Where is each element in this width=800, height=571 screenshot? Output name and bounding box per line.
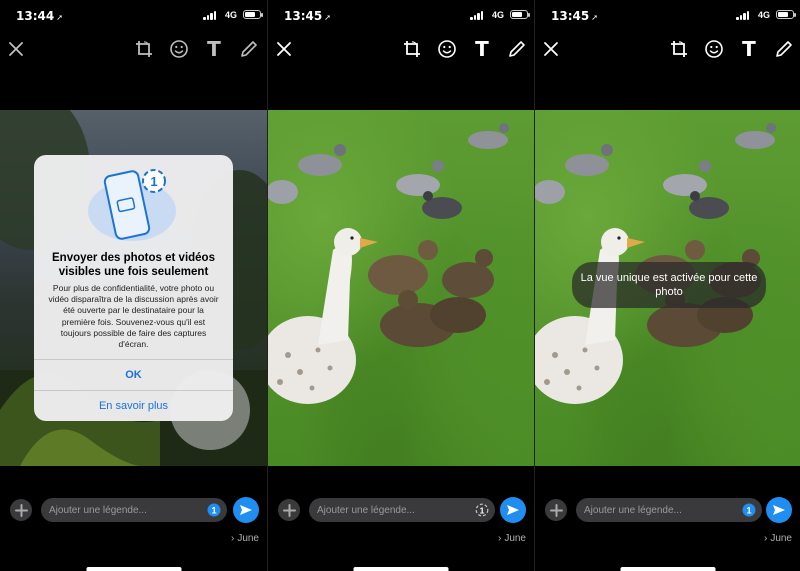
send-button[interactable]	[766, 497, 792, 523]
svg-text:1: 1	[480, 505, 485, 515]
status-time: 13:44 ➚	[16, 9, 63, 23]
network-type: 4G	[491, 10, 504, 20]
cellular-signal-icon	[203, 11, 217, 20]
network-type: 4G	[224, 10, 237, 20]
network-type: 4G	[757, 10, 770, 20]
home-indicator	[86, 567, 181, 571]
learn-more-button[interactable]: En savoir plus	[34, 391, 233, 421]
caption-input[interactable]	[576, 498, 736, 522]
recipient-label[interactable]: › June	[498, 533, 526, 544]
caption-field[interactable]: 1	[576, 498, 762, 522]
caption-composer: 1	[268, 496, 534, 526]
plus-icon	[549, 503, 563, 517]
recipient-label[interactable]: › June	[231, 533, 259, 544]
photo-preview	[268, 110, 534, 466]
status-bar: 13:45 ➚ 4G	[535, 0, 800, 32]
close-icon[interactable]	[540, 38, 562, 60]
sticker-icon[interactable]	[168, 38, 190, 60]
home-indicator	[620, 567, 715, 571]
view-once-enabled-toast: La vue unique est activée pour cette pho…	[572, 262, 766, 308]
illustration-badge: 1	[150, 174, 157, 189]
draw-icon[interactable]	[773, 38, 795, 60]
draw-icon[interactable]	[506, 38, 528, 60]
recipient-label[interactable]: › June	[764, 533, 792, 544]
crop-rotate-icon[interactable]	[133, 38, 155, 60]
view-once-toggle[interactable]: 1	[742, 503, 756, 517]
plus-icon	[14, 503, 28, 517]
svg-text:1: 1	[746, 506, 751, 516]
caption-input[interactable]	[41, 498, 201, 522]
screen-view-once-enabled: 13:45 ➚ 4G T La vue unique est activée p…	[534, 0, 800, 571]
send-icon	[507, 505, 519, 515]
editor-toolbar: T	[535, 34, 800, 64]
svg-text:1: 1	[211, 506, 216, 516]
chevron-right-icon: ›	[230, 533, 235, 544]
crop-rotate-icon[interactable]	[668, 38, 690, 60]
send-icon	[773, 505, 785, 515]
location-arrow-icon: ➚	[324, 13, 331, 22]
location-arrow-icon: ➚	[56, 13, 63, 22]
battery-icon	[510, 10, 530, 19]
add-media-button[interactable]	[278, 499, 300, 521]
view-once-info-sheet: 1 Envoyer des photos et vidéos visibles …	[34, 155, 233, 421]
caption-input[interactable]	[309, 498, 469, 522]
text-icon[interactable]: T	[203, 38, 225, 60]
view-once-phone-illustration: 1	[87, 169, 176, 241]
sticker-icon[interactable]	[436, 38, 458, 60]
send-button[interactable]	[233, 497, 259, 523]
sheet-body: Pour plus de confidentialité, votre phot…	[48, 283, 219, 350]
battery-icon	[243, 10, 263, 19]
text-icon[interactable]: T	[738, 38, 760, 60]
sticker-icon[interactable]	[703, 38, 725, 60]
cellular-signal-icon	[736, 11, 750, 20]
crop-rotate-icon[interactable]	[401, 38, 423, 60]
draw-icon[interactable]	[238, 38, 260, 60]
editor-toolbar: T	[0, 34, 267, 64]
caption-field[interactable]: 1	[309, 498, 495, 522]
status-bar: 13:44 ➚ 4G	[0, 0, 267, 32]
status-time: 13:45 ➚	[284, 9, 331, 23]
view-once-toggle[interactable]: 1	[207, 503, 221, 517]
chevron-right-icon: ›	[763, 533, 768, 544]
add-media-button[interactable]	[10, 499, 32, 521]
status-bar: 13:45 ➚ 4G	[268, 0, 534, 32]
caption-composer: 1	[0, 496, 267, 526]
sheet-title: Envoyer des photos et vidéos visibles un…	[52, 252, 215, 278]
status-time: 13:45 ➚	[551, 9, 598, 23]
editor-toolbar: T	[268, 34, 534, 64]
close-icon[interactable]	[273, 38, 295, 60]
location-arrow-icon: ➚	[591, 13, 598, 22]
chevron-right-icon: ›	[497, 533, 502, 544]
ok-button[interactable]: OK	[34, 360, 233, 390]
caption-composer: 1	[535, 496, 800, 526]
home-indicator	[353, 567, 449, 571]
screen-view-once-intro: 13:44 ➚ 4G T 1 Envoyer des photos et vid…	[0, 0, 267, 571]
cellular-signal-icon	[470, 11, 484, 20]
battery-icon	[776, 10, 796, 19]
send-icon	[240, 505, 252, 515]
view-once-toggle[interactable]: 1	[475, 503, 489, 517]
caption-field[interactable]: 1	[41, 498, 227, 522]
screen-editor: 13:45 ➚ 4G T Ajouter une légende... 1 › …	[267, 0, 534, 571]
close-icon[interactable]	[5, 38, 27, 60]
add-media-button[interactable]	[545, 499, 567, 521]
text-icon[interactable]: T	[471, 38, 493, 60]
plus-icon	[282, 503, 296, 517]
send-button[interactable]	[500, 497, 526, 523]
